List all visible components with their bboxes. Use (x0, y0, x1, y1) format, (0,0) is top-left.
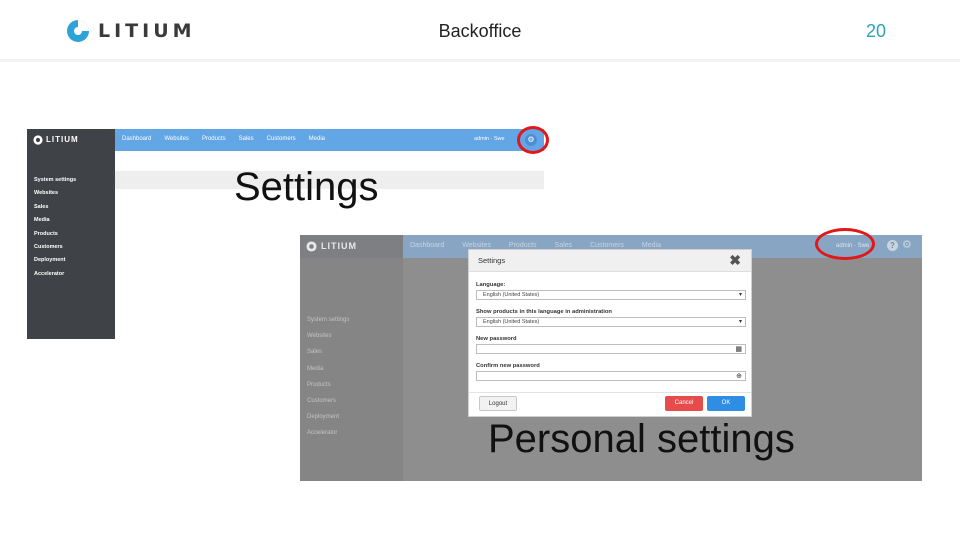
language-select-value: English (United States) (483, 292, 540, 298)
nav-products[interactable]: Products (202, 136, 226, 142)
slide-title: Backoffice (438, 21, 522, 41)
nav-sales[interactable]: Sales (555, 242, 573, 249)
sidebar-item-accelerator[interactable]: Accelerator (307, 425, 349, 441)
confirm-password-label: Confirm new password (476, 363, 540, 369)
sidebar-item-system-settings[interactable]: System settings (307, 312, 349, 328)
sidebar: System settings Websites Sales Media Pro… (300, 258, 403, 481)
app-logo[interactable]: LITIUM (27, 129, 115, 151)
sidebar: System settings Websites Sales Media Pro… (27, 151, 115, 339)
close-icon[interactable]: ✖ (729, 253, 741, 267)
litium-logo-icon (33, 135, 43, 145)
new-password-field[interactable]: ▦ (476, 344, 746, 354)
app-logo[interactable]: LITIUM (300, 235, 403, 258)
user-menu[interactable]: admin · Swe (474, 136, 505, 142)
new-password-label: New password (476, 336, 517, 342)
show-products-label: Show products in this language in admini… (476, 309, 612, 315)
sidebar-item-websites[interactable]: Websites (27, 187, 76, 200)
highlight-circle (815, 228, 875, 260)
main-nav: Dashboard Websites Products Sales Custom… (122, 136, 338, 142)
language-label: Language: (476, 282, 506, 288)
sidebar-item-sales[interactable]: Sales (307, 344, 349, 360)
app-logo-text: LITIUM (46, 135, 79, 144)
sidebar-item-media[interactable]: Media (27, 214, 76, 227)
settings-caption: Settings (234, 165, 379, 209)
nav-dashboard[interactable]: Dashboard (122, 136, 151, 142)
sidebar-item-customers[interactable]: Customers (27, 241, 76, 254)
sidebar-item-deployment[interactable]: Deployment (27, 254, 76, 267)
dialog-title: Settings (478, 256, 506, 265)
password-manager-icon[interactable]: ▦ (735, 345, 742, 354)
nav-customers[interactable]: Customers (590, 242, 624, 249)
litium-logo-icon (306, 241, 317, 252)
show-products-select[interactable]: English (United States) ▾ (476, 317, 746, 327)
chevron-down-icon: ▾ (738, 319, 742, 325)
gear-icon[interactable]: ⚙ (902, 239, 912, 252)
dialog-footer-divider (469, 392, 751, 393)
cancel-button[interactable]: Cancel (665, 396, 703, 411)
chevron-down-icon: ▾ (738, 292, 742, 298)
language-select[interactable]: English (United States) ▾ (476, 290, 746, 300)
show-products-select-value: English (United States) (483, 319, 540, 325)
main-nav: Dashboard Websites Products Sales Custom… (410, 242, 679, 249)
nav-sales[interactable]: Sales (239, 136, 254, 142)
personal-settings-caption: Personal settings (488, 417, 795, 461)
sidebar-item-system-settings[interactable]: System settings (27, 174, 76, 187)
slide-header: LITIUM Backoffice 20 (0, 0, 960, 62)
highlight-circle (517, 126, 549, 154)
ok-button[interactable]: OK (707, 396, 745, 411)
nav-dashboard[interactable]: Dashboard (410, 242, 444, 249)
confirm-password-field[interactable]: ⊕ (476, 371, 746, 381)
nav-websites[interactable]: Websites (462, 242, 491, 249)
app-logo-text: LITIUM (321, 241, 357, 251)
nav-customers[interactable]: Customers (267, 136, 296, 142)
settings-dialog: Settings ✖ Language: English (United Sta… (468, 249, 752, 417)
dialog-header: Settings ✖ (469, 250, 751, 272)
help-icon[interactable]: ? (887, 240, 898, 251)
sidebar-item-products[interactable]: Products (307, 377, 349, 393)
logout-button[interactable]: Logout (479, 396, 517, 411)
nav-media[interactable]: Media (642, 242, 661, 249)
nav-websites[interactable]: Websites (164, 136, 189, 142)
password-manager-icon[interactable]: ⊕ (736, 372, 742, 381)
slide-page-number: 20 (865, 21, 886, 41)
nav-media[interactable]: Media (309, 136, 325, 142)
sidebar-item-deployment[interactable]: Deployment (307, 409, 349, 425)
sidebar-item-accelerator[interactable]: Accelerator (27, 268, 76, 281)
sidebar-item-sales[interactable]: Sales (27, 201, 76, 214)
nav-products[interactable]: Products (509, 242, 537, 249)
top-bar: LITIUM Dashboard Websites Products Sales… (27, 129, 544, 151)
sidebar-item-products[interactable]: Products (27, 228, 76, 241)
sidebar-item-customers[interactable]: Customers (307, 393, 349, 409)
sidebar-item-media[interactable]: Media (307, 361, 349, 377)
sidebar-item-websites[interactable]: Websites (307, 328, 349, 344)
